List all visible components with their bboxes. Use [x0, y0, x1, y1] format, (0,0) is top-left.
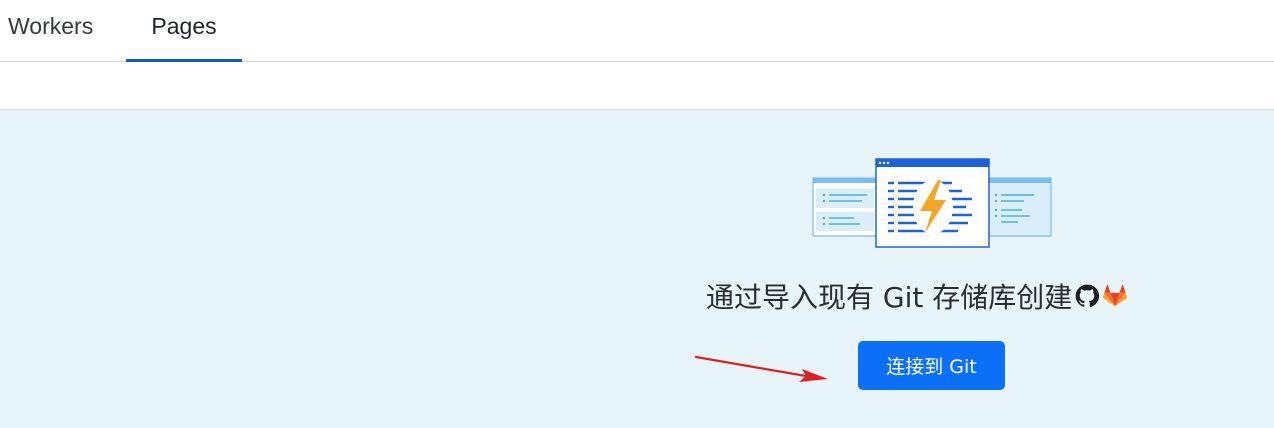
tab-workers[interactable]: Workers — [8, 0, 108, 61]
heading-text: 通过导入现有 Git 存储库创建 — [706, 281, 1073, 314]
red-arrow-icon — [694, 355, 828, 382]
github-icon — [1075, 284, 1100, 307]
connect-git-button[interactable]: 连接到 Git — [858, 341, 1005, 390]
gitlab-icon — [1103, 284, 1128, 307]
tab-bar: Workers Pages — [0, 0, 1274, 62]
pages-screen: Workers Pages 通过导入现有 Git 存储库创建 连接到 Git — [0, 0, 1274, 428]
pages-lightning-illustration-icon — [812, 158, 1052, 248]
empty-state-panel — [0, 110, 1274, 428]
tab-pages[interactable]: Pages — [126, 0, 242, 62]
empty-state-heading: 通过导入现有 Git 存储库创建 — [706, 276, 1128, 316]
